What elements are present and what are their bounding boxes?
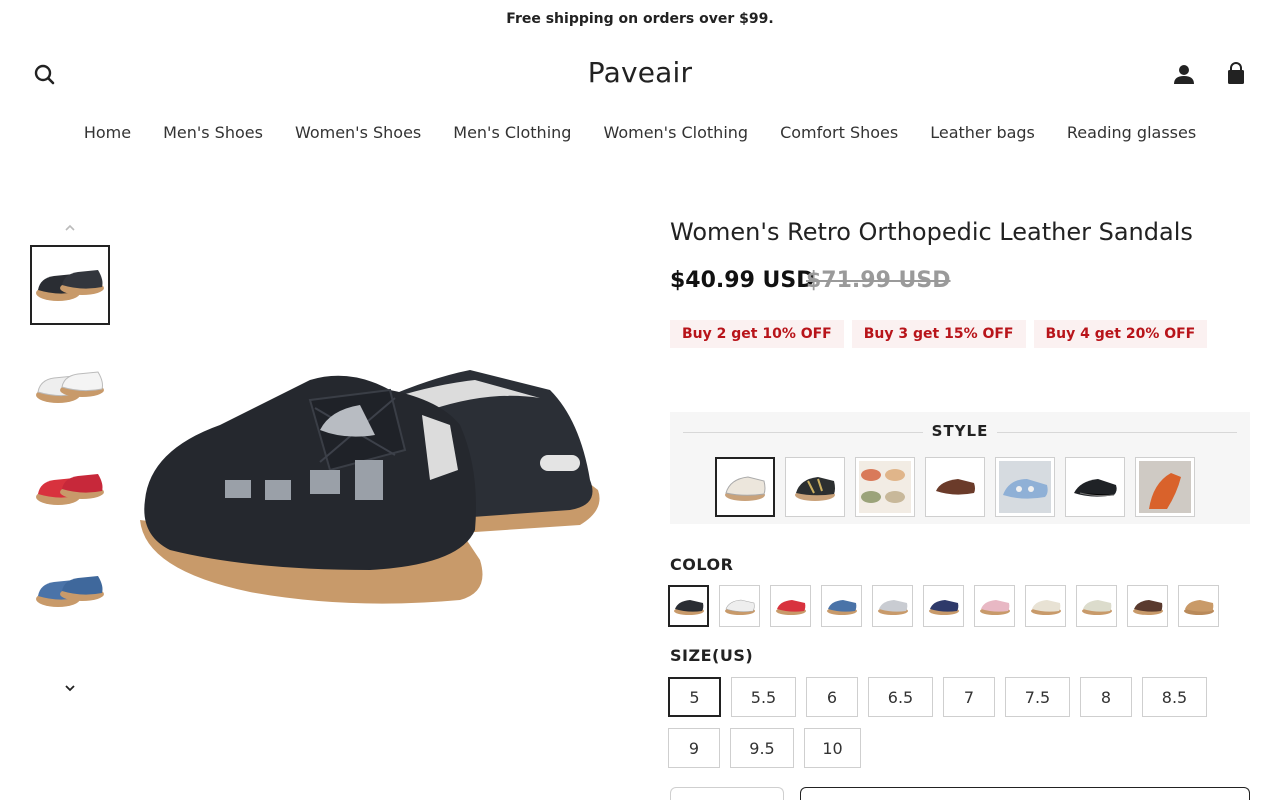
nav-womens-clothing[interactable]: Women's Clothing <box>603 118 748 148</box>
shoe-image-black <box>36 270 104 301</box>
site-logo[interactable]: Paveair <box>0 56 1280 89</box>
color-swatch-white[interactable] <box>719 585 760 627</box>
thumbnail-black[interactable] <box>30 245 110 325</box>
sale-price: $40.99 USD <box>670 268 815 293</box>
style-swatch-orange[interactable] <box>1135 457 1195 517</box>
style-swatch-list <box>715 457 1195 517</box>
thumbnail-blue[interactable] <box>30 551 110 631</box>
size-option-8-5[interactable]: 8.5 <box>1142 677 1207 717</box>
main-nav: Home Men's Shoes Women's Shoes Men's Clo… <box>0 118 1280 148</box>
size-row-2: 9 9.5 10 <box>668 728 861 768</box>
color-swatch-navy[interactable] <box>923 585 964 627</box>
color-label: COLOR <box>670 555 734 574</box>
color-swatch-silver[interactable] <box>872 585 913 627</box>
color-swatch-black[interactable] <box>668 585 709 627</box>
nav-reading-glasses[interactable]: Reading glasses <box>1067 118 1196 148</box>
color-swatch-list <box>668 585 1219 627</box>
compare-at-price: $71.99 USD <box>806 268 951 293</box>
product-title: Women's Retro Orthopedic Leather Sandals <box>670 218 1193 246</box>
color-swatch-blue[interactable] <box>821 585 862 627</box>
size-option-10[interactable]: 10 <box>804 728 861 768</box>
shoe-image-white <box>36 371 104 403</box>
size-option-9-5[interactable]: 9.5 <box>730 728 794 768</box>
thumbnail-scroll-down-icon[interactable] <box>60 680 80 696</box>
size-label: SIZE(US) <box>670 646 754 665</box>
announcement-text: Free shipping on orders over $99. <box>506 11 774 27</box>
style-swatch-blue-floral[interactable] <box>995 457 1055 517</box>
shoe-image-blue <box>36 576 104 607</box>
color-swatch-red[interactable] <box>770 585 811 627</box>
size-option-5[interactable]: 5 <box>668 677 721 717</box>
color-swatch-beige[interactable] <box>1025 585 1066 627</box>
main-product-image[interactable] <box>130 330 610 630</box>
size-option-7[interactable]: 7 <box>943 677 995 717</box>
thumbnail-white[interactable] <box>30 347 110 427</box>
style-swatch-beige[interactable] <box>715 457 775 517</box>
style-swatch-black[interactable] <box>1065 457 1125 517</box>
thumbnail-red[interactable] <box>30 449 110 529</box>
offer-buy-3[interactable]: Buy 3 get 15% OFF <box>851 320 1026 348</box>
color-swatch-cream[interactable] <box>1076 585 1117 627</box>
divider <box>997 432 1237 433</box>
logo-text[interactable]: Paveair <box>588 56 692 89</box>
thumbnail-grey[interactable] <box>30 653 110 673</box>
shoe-image-grey <box>32 668 108 673</box>
size-option-7-5[interactable]: 7.5 <box>1005 677 1070 717</box>
site-header: Paveair <box>0 48 1280 100</box>
style-swatch-multi[interactable] <box>855 457 915 517</box>
size-option-6-5[interactable]: 6.5 <box>868 677 933 717</box>
size-option-5-5[interactable]: 5.5 <box>731 677 796 717</box>
color-swatch-tan[interactable] <box>1178 585 1219 627</box>
quantity-stepper[interactable] <box>670 787 784 800</box>
cart-icon[interactable] <box>1222 60 1250 88</box>
shoe-image-red <box>36 474 104 505</box>
nav-leather-bags[interactable]: Leather bags <box>930 118 1035 148</box>
announcement-bar: Free shipping on orders over $99. <box>0 0 1280 38</box>
style-swatch-brown[interactable] <box>925 457 985 517</box>
add-to-cart-button[interactable] <box>800 787 1250 800</box>
color-swatch-dark-brown[interactable] <box>1127 585 1168 627</box>
nav-mens-shoes[interactable]: Men's Shoes <box>163 118 263 148</box>
bundle-offers: Buy 2 get 10% OFF Buy 3 get 15% OFF Buy … <box>670 320 1208 348</box>
style-label: STYLE <box>931 422 989 440</box>
thumbnail-list <box>30 245 110 673</box>
offer-buy-2[interactable]: Buy 2 get 10% OFF <box>670 320 844 348</box>
account-icon[interactable] <box>1170 60 1198 88</box>
color-swatch-pink[interactable] <box>974 585 1015 627</box>
nav-home[interactable]: Home <box>84 118 131 148</box>
offer-buy-4[interactable]: Buy 4 get 20% OFF <box>1033 320 1208 348</box>
size-row-1: 5 5.5 6 6.5 7 7.5 8 8.5 <box>668 677 1207 717</box>
black-sandal-image <box>140 370 600 604</box>
nav-comfort-shoes[interactable]: Comfort Shoes <box>780 118 898 148</box>
style-selector: STYLE <box>670 412 1250 524</box>
nav-womens-shoes[interactable]: Women's Shoes <box>295 118 421 148</box>
size-option-8[interactable]: 8 <box>1080 677 1132 717</box>
thumbnail-scroll-up-icon[interactable] <box>60 220 80 236</box>
nav-mens-clothing[interactable]: Men's Clothing <box>453 118 571 148</box>
style-swatch-black-gold[interactable] <box>785 457 845 517</box>
size-option-6[interactable]: 6 <box>806 677 858 717</box>
size-option-9[interactable]: 9 <box>668 728 720 768</box>
